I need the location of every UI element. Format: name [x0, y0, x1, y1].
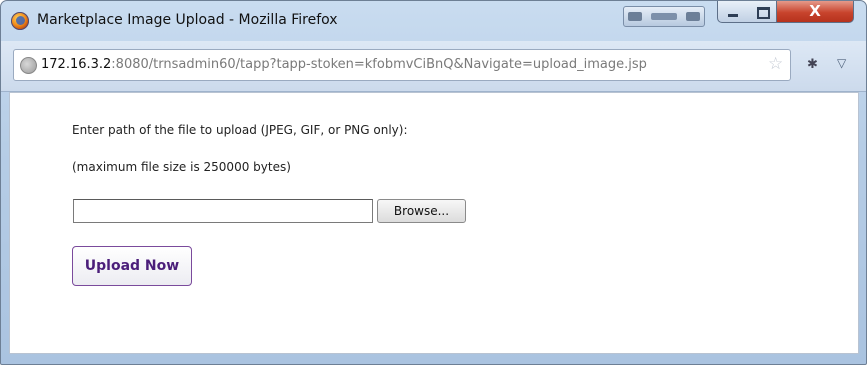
- arrange-center-icon[interactable]: [650, 13, 677, 20]
- title-bar[interactable]: Marketplace Image Upload - Mozilla Firef…: [1, 1, 866, 41]
- upload-instruction: Enter path of the file to upload (JPEG, …: [72, 123, 408, 137]
- maximize-button[interactable]: [748, 1, 777, 23]
- browse-button[interactable]: Browse...: [377, 199, 466, 223]
- browser-window: Marketplace Image Upload - Mozilla Firef…: [0, 0, 867, 365]
- file-path-input[interactable]: [73, 199, 373, 223]
- firefox-icon[interactable]: [11, 12, 29, 30]
- star-icon[interactable]: ☆: [768, 54, 783, 74]
- arrange-right-icon[interactable]: [685, 12, 700, 21]
- url-bar[interactable]: 172.16.3.2:8080/trnsadmin60/tapp?tapp-st…: [13, 49, 791, 81]
- window-title: Marketplace Image Upload - Mozilla Firef…: [37, 12, 338, 28]
- arrange-left-icon[interactable]: [628, 12, 643, 21]
- close-icon: X: [809, 2, 821, 20]
- dropdown-arrow-icon[interactable]: ▽: [837, 56, 846, 70]
- minimize-button[interactable]: [717, 1, 749, 23]
- url-text[interactable]: 172.16.3.2:8080/trnsadmin60/tapp?tapp-st…: [41, 57, 647, 72]
- url-host: 172.16.3.2: [41, 57, 112, 72]
- navigation-bar: 172.16.3.2:8080/trnsadmin60/tapp?tapp-st…: [1, 41, 866, 92]
- addon-icon[interactable]: ✱: [807, 57, 818, 72]
- window-arrange-buttons[interactable]: [623, 6, 705, 27]
- upload-now-button[interactable]: Upload Now: [72, 246, 192, 286]
- page-content: Enter path of the file to upload (JPEG, …: [9, 92, 859, 354]
- file-size-note: (maximum file size is 250000 bytes): [72, 160, 291, 174]
- close-button[interactable]: X: [777, 1, 854, 23]
- globe-icon[interactable]: [20, 57, 37, 74]
- url-path: :8080/trnsadmin60/tapp?tapp-stoken=kfobm…: [111, 57, 647, 72]
